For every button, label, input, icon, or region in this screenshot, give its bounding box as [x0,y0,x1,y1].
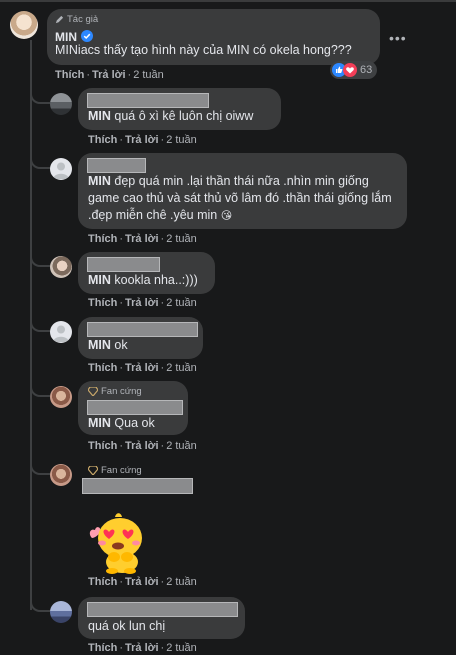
thread-branch [30,318,50,332]
mention-tag[interactable]: MIN [88,416,111,430]
reply-text: MIN kookla nha..:))) [88,273,198,287]
fan-badge-label: Fan cứng [101,386,142,397]
fan-badge: Fan cứng [87,386,142,397]
more-options-icon[interactable]: ••• [389,30,407,46]
reply-button[interactable]: Trả lời [125,297,159,309]
reply-meta: Thích · Trả lời · 2 tuần [88,297,197,309]
mention-tag[interactable]: MIN [88,109,111,123]
reply-avatar[interactable] [50,601,72,623]
redacted-username [87,158,146,173]
like-button[interactable]: Thích [88,134,117,146]
redacted-username [82,478,193,494]
redacted-username [87,602,238,617]
reply-button[interactable]: Trả lời [125,642,159,654]
like-button[interactable]: Thích [88,362,117,374]
reaction-count: 63 [360,64,373,76]
comment-time[interactable]: 2 tuần [166,297,197,309]
like-button[interactable]: Thích [88,233,117,245]
fan-badge-label: Fan cứng [101,465,142,476]
reply-button[interactable]: Trả lời [125,440,159,452]
diamond-icon [87,465,99,476]
reply-button[interactable]: Trả lời [125,134,159,146]
reply-meta: Thích · Trả lời · 2 tuần [88,642,197,654]
reply-text: MIN quá ô xì kê luôn chị oiww [88,109,254,123]
author-badge: Tác giả [55,14,98,25]
reply-avatar[interactable] [50,256,72,278]
reply-meta: Thích · Trả lời · 2 tuần [88,576,197,588]
default-avatar-icon[interactable] [50,158,72,180]
mention-tag[interactable]: MIN [88,273,111,287]
reply-avatar[interactable] [50,464,72,486]
reply-text: MIN ok [88,338,128,352]
heart-eyes-sticker[interactable] [88,508,148,574]
comment-time[interactable]: 2 tuần [166,362,197,374]
redacted-username [87,257,160,272]
fan-badge: Fan cứng [87,465,142,476]
reply-button[interactable]: Trả lời [92,69,126,81]
top-divider [0,0,456,2]
diamond-icon [87,386,99,397]
default-avatar-icon[interactable] [50,321,72,343]
reply-avatar[interactable] [50,93,72,115]
like-button[interactable]: Thích [55,69,84,81]
like-button[interactable]: Thích [88,576,117,588]
reply-meta: Thích · Trả lời · 2 tuần [88,134,197,146]
kiss-emoji-icon: 😘 [220,209,233,222]
like-button[interactable]: Thích [88,642,117,654]
reply-text: MIN Qua ok [88,416,155,430]
reply-text: MIN đẹp quá min .lại thần thái nữa .nhìn… [88,174,392,222]
thread-branch [30,461,50,475]
reply-meta: Thích · Trả lời · 2 tuần [88,233,197,245]
reply-avatar[interactable] [50,386,72,408]
thread-branch [30,598,50,612]
comment-time[interactable]: 2 tuần [166,134,197,146]
love-icon [343,63,357,77]
reply-meta: Thích · Trả lời · 2 tuần [88,362,197,374]
like-button[interactable]: Thích [88,440,117,452]
comment-time[interactable]: 2 tuần [166,233,197,245]
mention-tag[interactable]: MIN [88,174,111,188]
comment-time[interactable]: 2 tuần [166,642,197,654]
main-comment-text: MINiacs thấy tạo hình này của MIN có oke… [55,43,352,57]
comment-time[interactable]: 2 tuần [166,440,197,452]
thread-branch [30,253,50,267]
redacted-username [87,400,183,415]
reaction-summary[interactable]: 63 [330,61,378,79]
author-avatar[interactable] [10,11,38,39]
main-comment-meta: Thích · Trả lời · 2 tuần [55,69,164,81]
verified-icon [81,30,94,42]
reply-meta: Thích · Trả lời · 2 tuần [88,440,197,452]
pencil-icon [55,15,64,24]
reply-button[interactable]: Trả lời [125,576,159,588]
thread-branch [30,383,50,397]
thread-branch [30,155,50,169]
reply-text: quá ok lun chị [88,619,166,633]
like-button[interactable]: Thích [88,297,117,309]
author-badge-label: Tác giả [67,14,99,25]
reply-button[interactable]: Trả lời [125,233,159,245]
redacted-username [87,322,198,337]
mention-tag[interactable]: MIN [88,338,111,352]
comment-time[interactable]: 2 tuần [166,576,197,588]
redacted-username [87,93,209,108]
reply-button[interactable]: Trả lời [125,362,159,374]
comment-time[interactable]: 2 tuần [133,69,164,81]
thread-branch [30,90,50,104]
